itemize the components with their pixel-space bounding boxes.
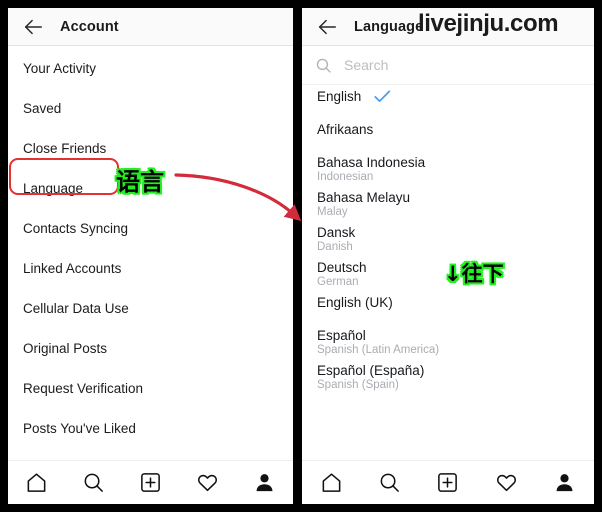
setting-row-your-activity[interactable]: Your Activity	[8, 48, 293, 88]
home-icon	[27, 473, 46, 492]
bottom-nav-right	[302, 460, 594, 504]
language-sublabel: Spanish (Latin America)	[317, 344, 440, 356]
search-icon	[316, 58, 331, 73]
setting-label: Linked Accounts	[23, 260, 122, 276]
language-row-deutsch[interactable]: Deutsch German	[302, 260, 594, 288]
search-icon	[380, 473, 399, 492]
language-row-dansk[interactable]: Dansk Danish	[302, 225, 594, 253]
setting-row-saved[interactable]: Saved	[8, 88, 293, 128]
setting-label: Request Verification	[23, 380, 144, 396]
nav-activity-button[interactable]	[195, 470, 221, 496]
language-sublabel: German	[317, 276, 359, 288]
account-header: Account	[8, 8, 293, 46]
add-post-icon	[438, 473, 458, 492]
nav-new-post-button[interactable]	[435, 470, 461, 496]
language-name: Afrikaans	[317, 122, 374, 137]
language-name: Español	[317, 328, 366, 343]
checkmark-icon	[374, 90, 391, 103]
setting-label: Saved	[23, 100, 62, 116]
account-settings-list: Your Activity Saved Close Friends Langua…	[8, 46, 293, 488]
language-row-bahasa-melayu[interactable]: Bahasa Melayu Malay	[302, 190, 594, 218]
setting-label: Cellular Data Use	[23, 300, 129, 316]
language-name: English (UK)	[317, 295, 393, 310]
language-row-espanol-espana[interactable]: Español (España) Spanish (Spain)	[302, 363, 594, 391]
nav-search-button[interactable]	[377, 470, 403, 496]
bottom-nav-left	[8, 460, 293, 504]
language-sublabel: Malay	[317, 206, 348, 218]
profile-icon	[556, 474, 573, 492]
profile-icon	[256, 474, 273, 492]
setting-label: Close Friends	[23, 140, 107, 156]
nav-profile-button[interactable]	[552, 470, 578, 496]
add-post-icon	[141, 473, 160, 492]
nav-home-button[interactable]	[318, 470, 344, 496]
language-list: English Afrikaans Bahasa Indonesia Indon…	[302, 85, 594, 391]
setting-label: Your Activity	[23, 60, 97, 76]
setting-row-cellular-data-use[interactable]: Cellular Data Use	[8, 288, 293, 328]
setting-label: Language	[23, 180, 84, 196]
nav-search-button[interactable]	[81, 470, 107, 496]
back-arrow-icon[interactable]	[22, 16, 44, 38]
nav-home-button[interactable]	[24, 470, 50, 496]
setting-row-close-friends[interactable]: Close Friends	[8, 128, 293, 168]
page-title: Language	[354, 18, 424, 35]
setting-row-posts-youve-liked[interactable]: Posts You've Liked	[8, 408, 293, 448]
setting-row-request-verification[interactable]: Request Verification	[8, 368, 293, 408]
nav-activity-button[interactable]	[493, 470, 519, 496]
language-row-english-uk[interactable]: English (UK)	[302, 295, 594, 319]
language-name: Bahasa Melayu	[317, 190, 411, 205]
language-name: Deutsch	[317, 260, 367, 275]
language-header: Language livejinju.com	[302, 8, 594, 46]
language-sublabel: Indonesian	[317, 171, 374, 183]
setting-row-contacts-syncing[interactable]: Contacts Syncing	[8, 208, 293, 248]
nav-profile-button[interactable]	[252, 470, 278, 496]
nav-new-post-button[interactable]	[138, 470, 164, 496]
setting-label: Posts You've Liked	[23, 420, 136, 436]
setting-label: Original Posts	[23, 340, 108, 356]
setting-row-linked-accounts[interactable]: Linked Accounts	[8, 248, 293, 288]
heart-icon	[496, 474, 516, 492]
setting-label: Contacts Syncing	[23, 220, 129, 236]
language-row-english[interactable]: English	[302, 89, 594, 113]
back-arrow-icon[interactable]	[316, 16, 338, 38]
setting-row-original-posts[interactable]: Original Posts	[8, 328, 293, 368]
page-title: Account	[60, 18, 119, 35]
home-icon	[322, 473, 341, 492]
language-picker-panel: Language livejinju.com Search English Af…	[302, 8, 594, 504]
language-row-bahasa-indonesia[interactable]: Bahasa Indonesia Indonesian	[302, 155, 594, 183]
language-name: English	[317, 89, 362, 104]
language-name: Dansk	[317, 225, 356, 240]
language-search-bar[interactable]: Search	[302, 46, 594, 85]
site-watermark: livejinju.com	[418, 10, 559, 37]
screenshot-root: Account Your Activity Saved Close Friend…	[0, 0, 602, 512]
search-input[interactable]: Search	[344, 57, 388, 73]
language-name: Bahasa Indonesia	[317, 155, 426, 170]
language-row-espanol[interactable]: Español Spanish (Latin America)	[302, 328, 594, 356]
search-icon	[84, 473, 103, 492]
language-row-afrikaans[interactable]: Afrikaans	[302, 122, 594, 146]
account-settings-panel: Account Your Activity Saved Close Friend…	[8, 8, 293, 504]
language-sublabel: Spanish (Spain)	[317, 379, 399, 391]
setting-row-language[interactable]: Language	[8, 168, 293, 208]
heart-icon	[197, 474, 218, 492]
language-name: Español (España)	[317, 363, 425, 378]
language-sublabel: Danish	[317, 241, 353, 253]
